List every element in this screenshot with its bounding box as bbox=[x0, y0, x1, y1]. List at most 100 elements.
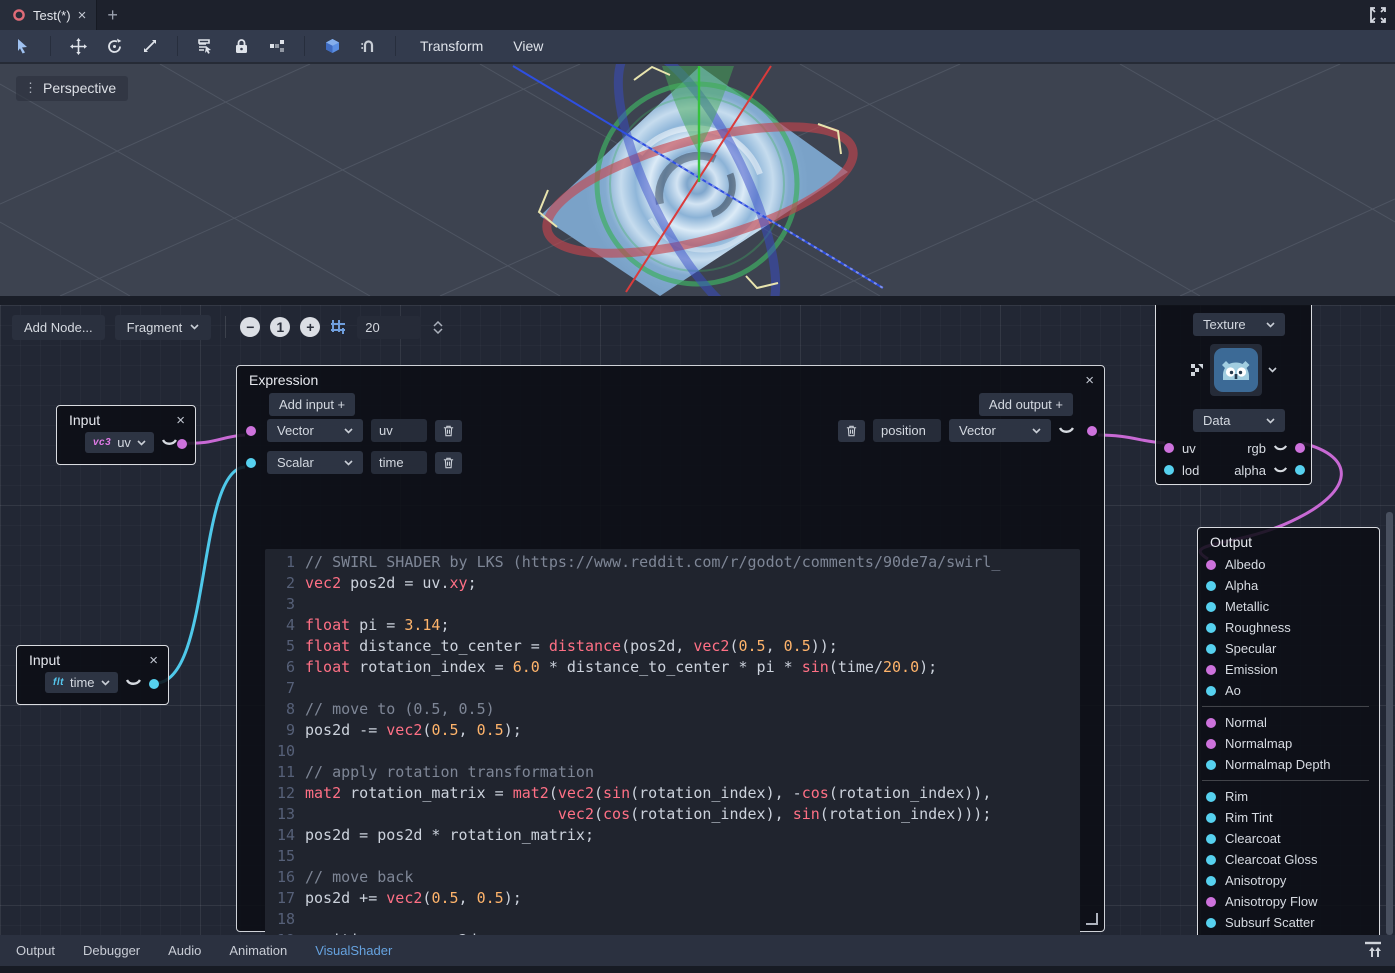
expression-node[interactable]: Expression × Add input + Add output + Ve… bbox=[236, 365, 1105, 932]
code-line[interactable]: 18 bbox=[265, 909, 1080, 930]
list-select-tool-button[interactable] bbox=[194, 35, 216, 57]
fullscreen-icon[interactable] bbox=[1369, 6, 1387, 24]
shader-stage-dropdown[interactable]: Fragment bbox=[115, 315, 212, 340]
code-line[interactable]: 1// SWIRL SHADER by LKS (https://www.red… bbox=[265, 552, 1080, 573]
code-line[interactable]: 10 bbox=[265, 741, 1080, 762]
input-type-dropdown[interactable]: Scalar bbox=[267, 451, 363, 474]
code-line[interactable]: 3 bbox=[265, 594, 1080, 615]
code-line[interactable]: 4float pi = 3.14; bbox=[265, 615, 1080, 636]
close-icon[interactable]: × bbox=[1085, 373, 1094, 388]
remove-input-button[interactable] bbox=[435, 452, 462, 474]
input-port-dot[interactable] bbox=[1206, 739, 1216, 749]
rotate-tool-button[interactable] bbox=[103, 35, 125, 57]
input-port-dot[interactable] bbox=[1206, 718, 1216, 728]
close-icon[interactable]: × bbox=[176, 413, 185, 428]
input-port-dot[interactable] bbox=[1164, 465, 1174, 475]
expand-bottom-panel-icon[interactable] bbox=[1363, 941, 1383, 959]
port-preview-icon[interactable] bbox=[162, 439, 177, 447]
graph-vscrollbar[interactable] bbox=[1386, 512, 1393, 935]
new-tab-button[interactable]: + bbox=[107, 6, 118, 24]
input-name-field[interactable]: uv bbox=[371, 419, 427, 442]
code-line[interactable]: 8// move to (0.5, 0.5) bbox=[265, 699, 1080, 720]
snap-step-spinner[interactable] bbox=[433, 321, 443, 334]
bottom-tab-audio[interactable]: Audio bbox=[168, 943, 201, 958]
remove-input-button[interactable] bbox=[435, 420, 462, 442]
texture-data-dropdown[interactable]: Data bbox=[1193, 409, 1285, 432]
zoom-reset-button[interactable]: 1 bbox=[270, 317, 290, 337]
bottom-tab-output[interactable]: Output bbox=[16, 943, 55, 958]
expression-code-editor[interactable]: 1// SWIRL SHADER by LKS (https://www.red… bbox=[265, 549, 1080, 935]
group-selected-button[interactable] bbox=[266, 35, 288, 57]
view-menu[interactable]: View bbox=[505, 38, 551, 54]
output-port-dot[interactable] bbox=[1295, 465, 1305, 475]
code-line[interactable]: 14pos2d = pos2d * rotation_matrix; bbox=[265, 825, 1080, 846]
lock-selected-button[interactable] bbox=[230, 35, 252, 57]
perspective-menu[interactable]: ⋮ Perspective bbox=[16, 76, 128, 101]
bottom-tab-visualshader[interactable]: VisualShader bbox=[315, 943, 392, 958]
zoom-in-button[interactable]: + bbox=[300, 317, 320, 337]
bottom-tab-animation[interactable]: Animation bbox=[229, 943, 287, 958]
add-input-button[interactable]: Add input + bbox=[269, 393, 355, 416]
code-line[interactable]: 15 bbox=[265, 846, 1080, 867]
local-space-button[interactable] bbox=[321, 35, 343, 57]
add-output-button[interactable]: Add output + bbox=[979, 393, 1073, 416]
input-port-dot[interactable] bbox=[246, 458, 256, 468]
output-name-field[interactable]: position bbox=[873, 419, 941, 442]
input-port-dot[interactable] bbox=[1206, 918, 1216, 928]
input-port-dot[interactable] bbox=[1206, 665, 1216, 675]
input-port-dot[interactable] bbox=[1206, 623, 1216, 633]
remove-output-button[interactable] bbox=[838, 420, 865, 442]
code-line[interactable]: 17pos2d += vec2(0.5, 0.5); bbox=[265, 888, 1080, 909]
input-port-dot[interactable] bbox=[1206, 760, 1216, 770]
input-port-dot[interactable] bbox=[1206, 855, 1216, 865]
input-source-dropdown[interactable]: flt time bbox=[45, 672, 118, 693]
code-line[interactable]: 6float rotation_index = 6.0 * distance_t… bbox=[265, 657, 1080, 678]
texture-source-dropdown[interactable]: Texture bbox=[1193, 313, 1285, 336]
code-line[interactable]: 11// apply rotation transformation bbox=[265, 762, 1080, 783]
input-port-dot[interactable] bbox=[1164, 443, 1174, 453]
snap-step-input[interactable]: 20 bbox=[357, 316, 421, 339]
zoom-out-button[interactable]: − bbox=[240, 317, 260, 337]
transform-menu[interactable]: Transform bbox=[412, 38, 491, 54]
close-icon[interactable]: × bbox=[149, 653, 158, 668]
code-line[interactable]: 2vec2 pos2d = uv.xy; bbox=[265, 573, 1080, 594]
output-port-dot[interactable] bbox=[177, 439, 187, 449]
code-line[interactable]: 9pos2d -= vec2(0.5, 0.5); bbox=[265, 720, 1080, 741]
snap-grid-toggle[interactable] bbox=[330, 319, 347, 336]
texture-node[interactable]: Texture bbox=[1155, 305, 1312, 485]
input-port-dot[interactable] bbox=[1206, 581, 1216, 591]
node-resize-handle[interactable] bbox=[1086, 913, 1098, 925]
input-port-dot[interactable] bbox=[1206, 897, 1216, 907]
code-line[interactable]: 5float distance_to_center = distance(pos… bbox=[265, 636, 1080, 657]
input-port-dot[interactable] bbox=[246, 426, 256, 436]
code-line[interactable]: 12mat2 rotation_matrix = mat2(vec2(sin(r… bbox=[265, 783, 1080, 804]
input-port-dot[interactable] bbox=[1206, 834, 1216, 844]
code-line[interactable]: 7 bbox=[265, 678, 1080, 699]
input-port-dot[interactable] bbox=[1206, 644, 1216, 654]
texture-edit-icon[interactable] bbox=[1190, 363, 1204, 377]
port-preview-icon[interactable] bbox=[1059, 427, 1074, 435]
chevron-down-icon[interactable] bbox=[1268, 367, 1277, 373]
input-type-dropdown[interactable]: Vector bbox=[267, 419, 363, 442]
input-uv-node[interactable]: Input × vc3 uv bbox=[56, 405, 196, 465]
output-type-dropdown[interactable]: Vector bbox=[949, 419, 1051, 442]
input-port-dot[interactable] bbox=[1206, 602, 1216, 612]
input-source-dropdown[interactable]: vc3 uv bbox=[85, 432, 154, 453]
scene-tab-test[interactable]: Test(*) × bbox=[0, 0, 97, 30]
bottom-tab-debugger[interactable]: Debugger bbox=[83, 943, 140, 958]
select-tool-button[interactable] bbox=[12, 35, 34, 57]
move-tool-button[interactable] bbox=[67, 35, 89, 57]
visual-shader-graph[interactable]: Add Node... Fragment − 1 + 20 bbox=[0, 305, 1395, 935]
tab-close-icon[interactable]: × bbox=[78, 8, 87, 23]
port-preview-icon[interactable] bbox=[1274, 445, 1287, 452]
input-port-dot[interactable] bbox=[1206, 792, 1216, 802]
output-port-dot[interactable] bbox=[149, 679, 159, 689]
input-port-dot[interactable] bbox=[1206, 686, 1216, 696]
input-port-dot[interactable] bbox=[1206, 813, 1216, 823]
port-preview-icon[interactable] bbox=[126, 679, 141, 687]
input-port-dot[interactable] bbox=[1206, 560, 1216, 570]
output-node[interactable]: Output AlbedoAlphaMetallicRoughnessSpecu… bbox=[1197, 527, 1380, 935]
input-name-field[interactable]: time bbox=[371, 451, 427, 474]
add-node-button[interactable]: Add Node... bbox=[12, 315, 105, 340]
snap-mode-button[interactable] bbox=[357, 35, 379, 57]
